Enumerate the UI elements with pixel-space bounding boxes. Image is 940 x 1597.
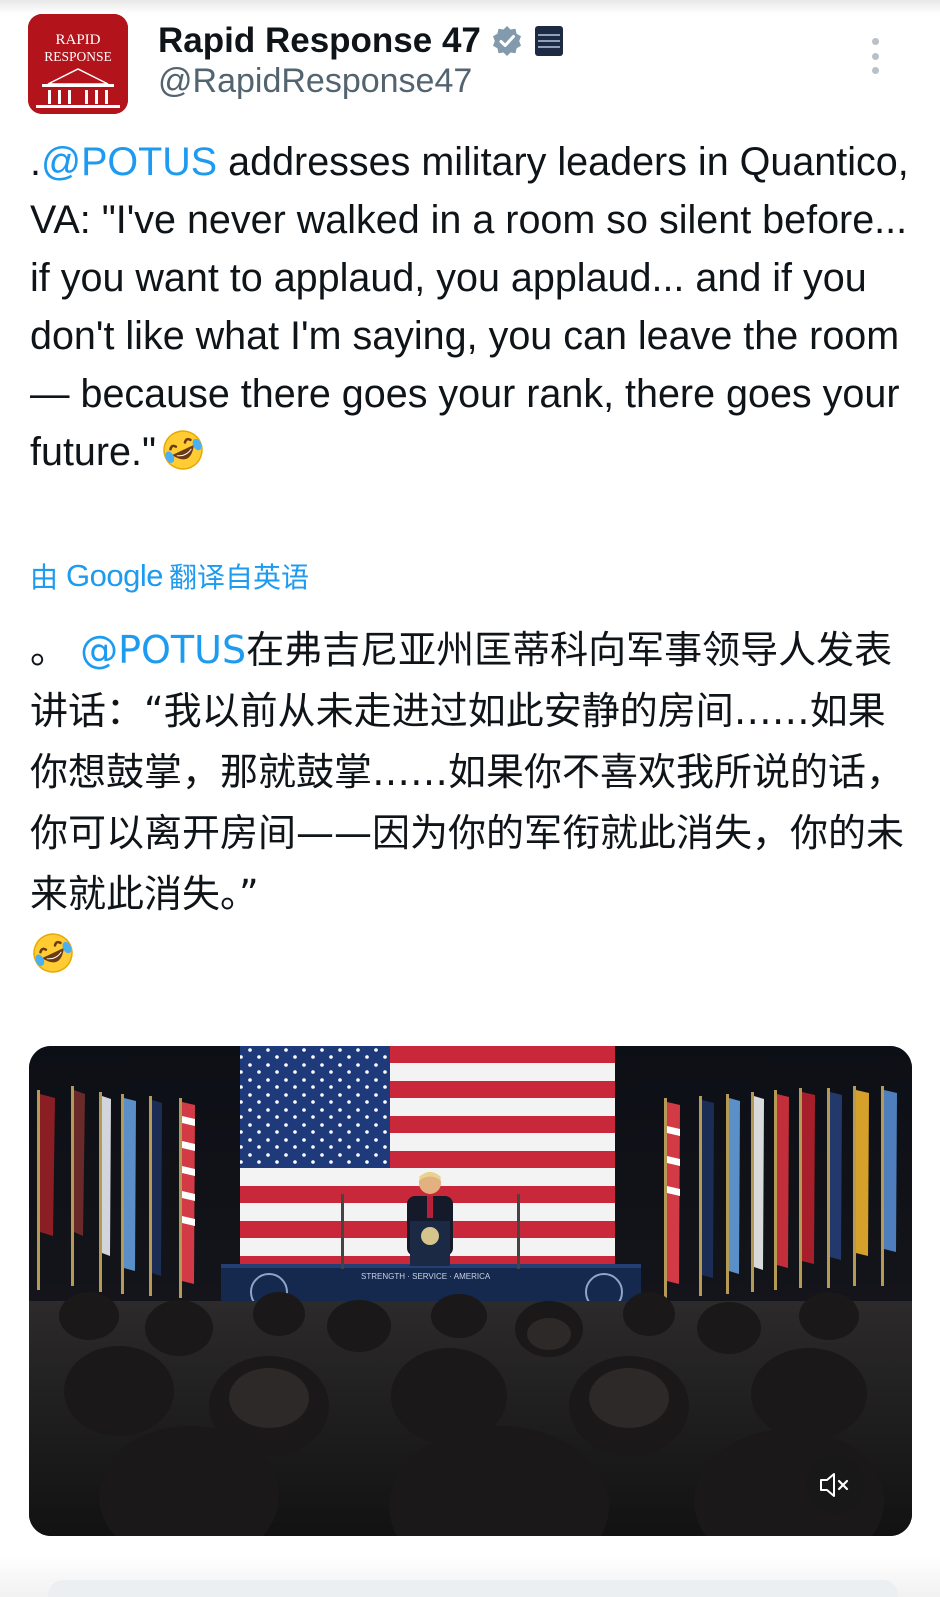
top-edge xyxy=(0,0,940,14)
translated-mention-link[interactable]: @POTUS xyxy=(80,628,246,672)
rolling-on-floor-laughing-emoji xyxy=(160,427,206,473)
volume-muted-icon[interactable] xyxy=(806,1456,864,1514)
post-text-prefix: . xyxy=(30,140,41,184)
more-vertical-icon[interactable] xyxy=(862,36,888,76)
translated-prefix: 。 xyxy=(30,628,81,672)
post-text-body: addresses military leaders in Quantico, … xyxy=(30,140,920,474)
post-text: .@POTUS addresses military leaders in Qu… xyxy=(30,133,910,481)
avatar-line-2: RESPONSE xyxy=(44,49,112,64)
podium-banner-text: STRENGTH · SERVICE · AMERICA xyxy=(361,1272,491,1281)
author-avatar[interactable]: RAPID RESPONSE xyxy=(28,14,128,114)
google-wordmark: Google xyxy=(66,558,163,593)
white-house-badge-icon[interactable] xyxy=(534,26,563,56)
video-thumbnail: STRENGTH · SERVICE · AMERICA xyxy=(29,1046,912,1536)
video-player[interactable]: STRENGTH · SERVICE · AMERICA xyxy=(29,1046,912,1536)
next-card-peek xyxy=(48,1580,898,1597)
translation-suffix: 翻译自英语 xyxy=(168,561,309,594)
avatar-logo-icon: RAPID RESPONSE xyxy=(28,14,128,114)
post-screen: RAPID RESPONSE Rapid Response 47 @RapidR… xyxy=(0,0,940,1597)
rolling-on-floor-laughing-emoji xyxy=(30,930,76,976)
translation-credit[interactable]: 由 Google 翻译自英语 xyxy=(30,556,309,596)
author-handle[interactable]: @RapidResponse47 xyxy=(158,62,472,101)
author-display-name[interactable]: Rapid Response 47 xyxy=(158,21,481,61)
verified-badge-icon[interactable] xyxy=(491,25,523,57)
mention-link[interactable]: @POTUS xyxy=(41,140,217,184)
author-name-row: Rapid Response 47 xyxy=(158,18,563,64)
translation-prefix: 由 xyxy=(30,561,59,594)
translated-text: 。 @POTUS在弗吉尼亚州匡蒂科向军事领导人发表讲话：“我以前从未走进过如此安… xyxy=(30,620,910,986)
avatar-line-1: RAPID xyxy=(55,32,100,48)
